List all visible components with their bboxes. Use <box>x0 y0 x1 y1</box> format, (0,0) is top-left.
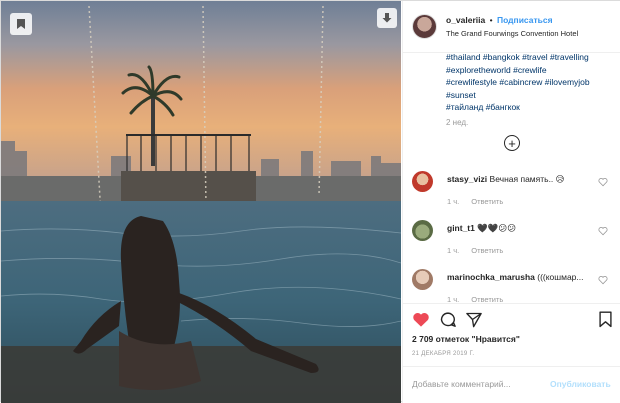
hashtag-line[interactable]: #exploretheworld #crewlife <box>446 64 616 77</box>
comment-like-icon[interactable] <box>598 226 608 236</box>
load-more-comments-button[interactable]: + <box>504 135 520 151</box>
comment-username[interactable]: gint_t1 <box>447 223 475 233</box>
post-actions-bar <box>403 303 620 333</box>
download-icon[interactable] <box>377 8 397 28</box>
instagram-post: o_valeriia • Подписаться The Grand Fourw… <box>0 0 620 403</box>
post-caption: #thailand #bangkok #travel #travelling #… <box>446 51 616 114</box>
hashtag-line[interactable]: #crewlifestyle #cabincrew #ilovemyjob <box>446 76 616 89</box>
like-heart-icon[interactable] <box>412 311 430 328</box>
post-header: o_valeriia • Подписаться The Grand Fourw… <box>403 1 620 53</box>
follow-button[interactable]: Подписаться <box>497 15 553 25</box>
pool-sunset-image <box>1 1 401 403</box>
header-separator: • <box>489 15 493 25</box>
share-icon[interactable] <box>465 311 483 328</box>
likes-count[interactable]: 2 709 отметок "Нравится" <box>412 334 520 344</box>
post-date: 21 ДЕКАБРЯ 2019 Г. <box>412 351 475 357</box>
comment-like-icon[interactable] <box>598 177 608 187</box>
bookmark-icon[interactable] <box>598 311 613 328</box>
comment-text: Вечная память.. 😥 <box>489 174 565 184</box>
commenter-avatar[interactable] <box>412 220 433 241</box>
hashtag-line[interactable]: #thailand #bangkok #travel #travelling <box>446 51 616 64</box>
publish-button[interactable]: Опубликовать <box>550 379 611 389</box>
hashtag-line[interactable]: #sunset <box>446 89 616 102</box>
author-username[interactable]: o_valeriia <box>446 15 485 25</box>
comment-like-icon[interactable] <box>598 275 608 285</box>
post-sidebar: o_valeriia • Подписаться The Grand Fourw… <box>402 1 620 403</box>
post-photo[interactable] <box>1 1 401 403</box>
comment-input[interactable] <box>412 379 537 389</box>
plus-icon: + <box>508 135 516 151</box>
caption-time-ago: 2 нед. <box>446 118 469 127</box>
comment-username[interactable]: marinochka_marusha <box>447 272 535 282</box>
add-comment-bar: Опубликовать <box>403 366 620 403</box>
reply-button[interactable]: Ответить <box>471 246 503 255</box>
comment-text: (((кошмар... <box>537 272 584 282</box>
comment-time: 1 ч. <box>447 246 460 255</box>
comment-icon[interactable] <box>439 311 457 328</box>
bookmark-corner-icon[interactable] <box>10 13 32 35</box>
commenter-avatar[interactable] <box>412 269 433 290</box>
post-location[interactable]: The Grand Fourwings Convention Hotel <box>446 29 578 38</box>
hashtag-line[interactable]: #тайланд #бангкок <box>446 101 616 114</box>
author-avatar[interactable] <box>412 14 437 39</box>
commenter-avatar[interactable] <box>412 171 433 192</box>
reply-button[interactable]: Ответить <box>471 197 503 206</box>
comment-username[interactable]: stasy_vizi <box>447 174 487 184</box>
comment-time: 1 ч. <box>447 197 460 206</box>
comment-text: 🖤🖤😕😕 <box>477 223 517 233</box>
